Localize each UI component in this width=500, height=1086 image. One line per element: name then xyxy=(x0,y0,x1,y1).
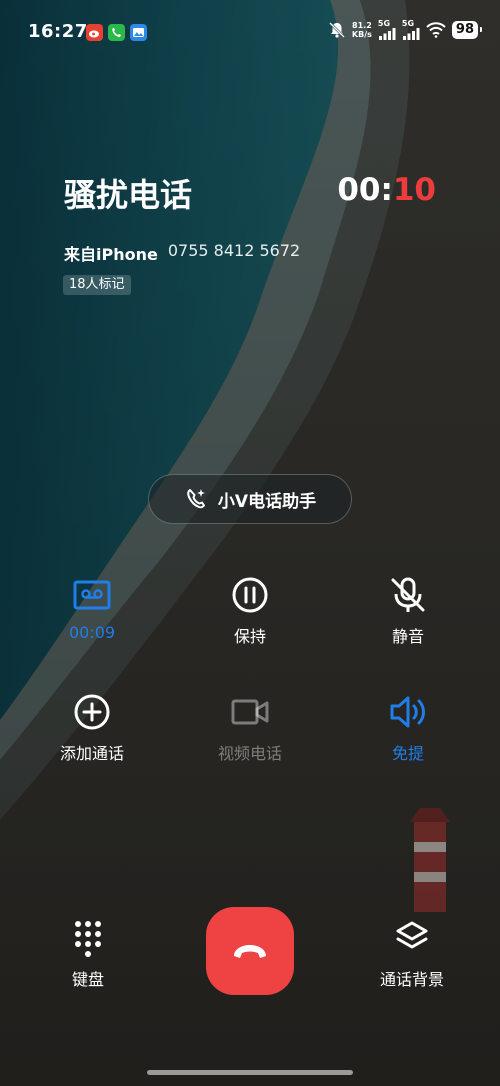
caller-number: 0755 8412 5672 xyxy=(167,241,301,260)
phone-sparkle-icon xyxy=(187,489,205,509)
spam-marks-badge: 18人标记 xyxy=(63,275,131,295)
speaker-button[interactable]: 免提 xyxy=(348,692,468,764)
hold-label: 保持 xyxy=(233,627,266,646)
video-icon xyxy=(231,699,269,725)
call-timer-minutes: 00: xyxy=(337,172,393,208)
video-call-label: 视频电话 xyxy=(217,744,282,763)
caller-details: 来自iPhone 0755 8412 5672 xyxy=(64,241,300,265)
status-bar: 16:27 81.2 KB/s 5G 5G 98 xyxy=(0,0,500,64)
status-time: 16:27 xyxy=(28,21,88,42)
record-duration: 00:09 xyxy=(68,623,116,642)
weibo-icon xyxy=(86,24,103,41)
call-assistant-label: 小V电话助手 xyxy=(217,491,317,512)
speaker-icon xyxy=(390,696,425,728)
caller-title: 骚扰电话 xyxy=(64,176,193,214)
keypad-button[interactable]: 键盘 xyxy=(28,918,148,990)
call-timer-seconds: 10 xyxy=(392,172,436,208)
keypad-label: 键盘 xyxy=(71,970,104,989)
signal-sim2: 5G xyxy=(402,20,420,40)
mute-bell-icon xyxy=(329,22,345,38)
hang-up-icon xyxy=(234,945,266,958)
pause-icon xyxy=(232,577,268,613)
mute-button[interactable]: 静音 xyxy=(348,575,468,647)
record-icon xyxy=(73,580,111,610)
add-icon xyxy=(74,694,110,730)
battery-indicator: 98 xyxy=(451,21,483,39)
call-timer: 00:10 xyxy=(337,172,436,208)
add-call-label: 添加通话 xyxy=(59,744,124,763)
mic-off-icon xyxy=(391,577,425,612)
call-background-label: 通话背景 xyxy=(379,970,444,989)
status-icons: 81.2 KB/s 5G 5G 98 xyxy=(328,20,483,40)
call-assistant-button[interactable]: 小V电话助手 xyxy=(148,474,352,524)
record-button[interactable]: 00:09 xyxy=(32,575,152,642)
call-background-button[interactable]: 通话背景 xyxy=(352,918,472,990)
signal-sim1: 5G xyxy=(378,20,396,40)
home-indicator[interactable] xyxy=(147,1070,353,1075)
caller-source: 来自iPhone xyxy=(64,245,158,264)
mute-label: 静音 xyxy=(391,627,424,646)
signal-bars-icon xyxy=(402,28,420,40)
gallery-icon xyxy=(130,24,147,41)
phone-app-icon xyxy=(108,24,125,41)
end-call-button[interactable] xyxy=(206,907,294,995)
speaker-label: 免提 xyxy=(391,744,424,763)
keypad-icon xyxy=(75,921,101,957)
signal-bars-icon xyxy=(378,28,396,40)
add-call-button[interactable]: 添加通话 xyxy=(32,692,152,764)
wifi-icon xyxy=(426,22,446,38)
hold-button[interactable]: 保持 xyxy=(190,575,310,647)
layers-icon xyxy=(396,921,428,949)
video-call-button[interactable]: 视频电话 xyxy=(190,692,310,764)
net-speed: 81.2 KB/s xyxy=(351,21,372,39)
